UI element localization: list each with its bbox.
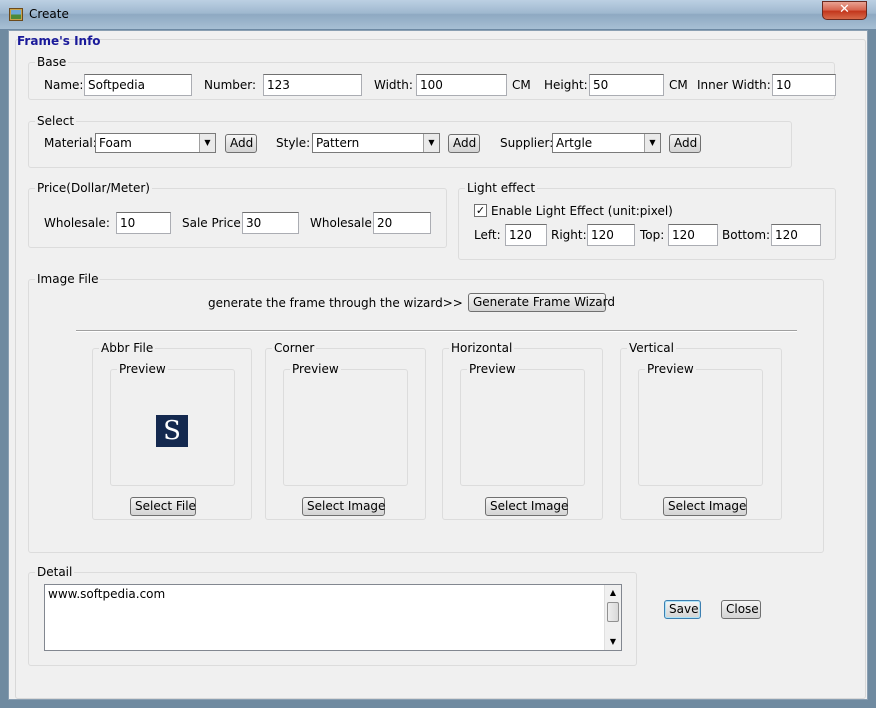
style-select[interactable]: Pattern ▼: [312, 133, 440, 153]
window-close-button[interactable]: ✕: [822, 1, 867, 20]
material-label: Material:: [44, 136, 97, 150]
vertical-title: Vertical: [627, 341, 676, 355]
wholesale-field[interactable]: 10: [116, 212, 171, 234]
chevron-down-icon[interactable]: ▼: [199, 134, 215, 152]
enable-light-effect-label: Enable Light Effect (unit:pixel): [491, 204, 673, 218]
wholesale2-label: Wholesale:: [310, 216, 376, 230]
wholesale-label: Wholesale:: [44, 216, 110, 230]
detail-label: Detail: [35, 565, 75, 579]
name-field[interactable]: Softpedia: [84, 74, 192, 96]
preview-label: Preview: [290, 362, 341, 376]
detail-scrollbar[interactable]: ▲ ▼: [604, 585, 621, 650]
softpedia-logo-image: S: [156, 415, 188, 447]
dialog-client-area: Frame's Info Base Name: Softpedia Number…: [8, 30, 868, 700]
style-label: Style:: [276, 136, 311, 150]
preview-label: Preview: [117, 362, 168, 376]
divider: [76, 330, 797, 332]
supplier-value: Artgle: [556, 136, 593, 150]
style-value: Pattern: [316, 136, 360, 150]
right-field[interactable]: 120: [587, 224, 635, 246]
window-title: Create: [29, 7, 69, 21]
generate-frame-wizard-button[interactable]: Generate Frame Wizard: [468, 293, 615, 312]
base-label: Base: [35, 55, 69, 69]
wholesale2-field[interactable]: 20: [373, 212, 431, 234]
supplier-label: Supplier:: [500, 136, 554, 150]
detail-textarea[interactable]: www.softpedia.com ▲ ▼: [44, 584, 622, 651]
preview-label: Preview: [467, 362, 518, 376]
top-field[interactable]: 120: [668, 224, 718, 246]
scroll-down-icon[interactable]: ▼: [605, 634, 621, 650]
add-supplier-button[interactable]: Add: [669, 134, 701, 153]
material-value: Foam: [99, 136, 132, 150]
left-field[interactable]: 120: [505, 224, 547, 246]
width-label: Width:: [374, 78, 413, 92]
detail-text: www.softpedia.com: [48, 587, 166, 601]
abbr-file-title: Abbr File: [99, 341, 156, 355]
price-label: Price(Dollar/Meter): [35, 181, 152, 195]
preview-label: Preview: [645, 362, 696, 376]
inner-width-field[interactable]: 10: [772, 74, 836, 96]
horizontal-title: Horizontal: [449, 341, 515, 355]
bottom-label: Bottom:: [722, 228, 771, 242]
width-field[interactable]: 100: [416, 74, 507, 96]
save-button[interactable]: Save: [664, 600, 701, 619]
material-select[interactable]: Foam ▼: [95, 133, 216, 153]
select-corner-image-button[interactable]: Select Image: [302, 497, 385, 516]
app-icon: [9, 8, 23, 21]
select-file-button[interactable]: Select File: [130, 497, 196, 516]
title-bar: Create ✕: [0, 0, 876, 30]
image-file-label: Image File: [35, 272, 101, 286]
height-unit: CM: [669, 78, 688, 92]
left-label: Left:: [474, 228, 501, 242]
corner-title: Corner: [272, 341, 317, 355]
vertical-preview: Preview: [638, 362, 763, 486]
horizontal-preview: Preview: [460, 362, 585, 486]
supplier-select[interactable]: Artgle ▼: [552, 133, 661, 153]
scroll-thumb[interactable]: [607, 602, 619, 622]
right-label: Right:: [551, 228, 587, 242]
chevron-down-icon[interactable]: ▼: [644, 134, 660, 152]
number-field[interactable]: 123: [263, 74, 362, 96]
frame-info-label: Frame's Info: [17, 34, 101, 48]
close-button[interactable]: Close: [721, 600, 761, 619]
add-style-button[interactable]: Add: [448, 134, 480, 153]
bottom-field[interactable]: 120: [771, 224, 821, 246]
chevron-down-icon[interactable]: ▼: [423, 134, 439, 152]
corner-preview: Preview: [283, 362, 408, 486]
select-vertical-image-button[interactable]: Select Image: [663, 497, 747, 516]
top-label: Top:: [640, 228, 665, 242]
select-label: Select: [35, 114, 77, 128]
add-material-button[interactable]: Add: [225, 134, 257, 153]
width-unit: CM: [512, 78, 531, 92]
sale-price-label: Sale Price:: [182, 216, 245, 230]
enable-light-effect-checkbox[interactable]: ✓: [474, 204, 487, 217]
sale-price-field[interactable]: 30: [242, 212, 299, 234]
light-effect-label: Light effect: [465, 181, 538, 195]
number-label: Number:: [204, 78, 257, 92]
inner-width-label: Inner Width:: [697, 78, 771, 92]
scroll-up-icon[interactable]: ▲: [605, 585, 621, 601]
height-field[interactable]: 50: [589, 74, 664, 96]
name-label: Name:: [44, 78, 84, 92]
wizard-hint-text: generate the frame through the wizard>>: [208, 296, 463, 310]
height-label: Height:: [544, 78, 588, 92]
select-horizontal-image-button[interactable]: Select Image: [485, 497, 568, 516]
